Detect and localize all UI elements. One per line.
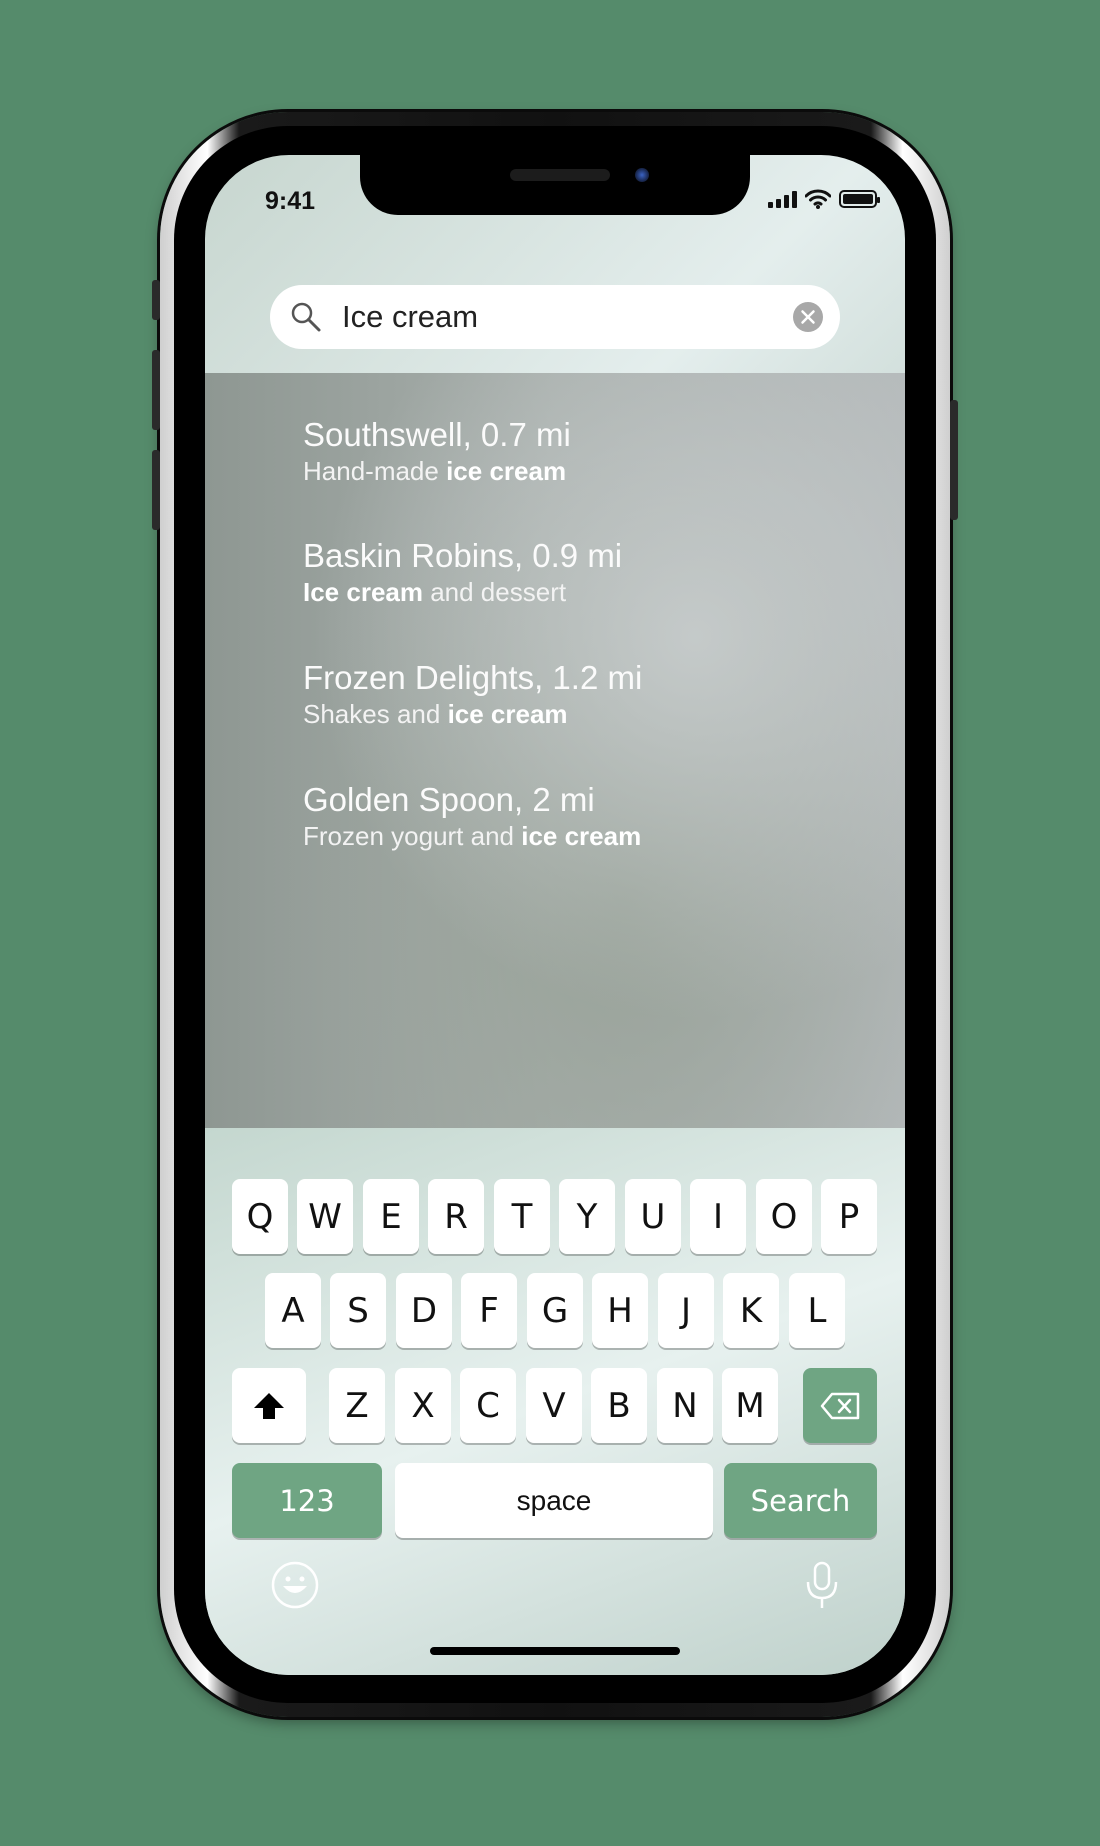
microphone-icon[interactable] [802, 1560, 842, 1612]
search-bar[interactable]: Ice cream [270, 285, 840, 349]
key-p[interactable]: P [821, 1179, 877, 1254]
result-title: Southswell, 0.7 mi [303, 416, 571, 453]
home-indicator[interactable] [430, 1647, 680, 1655]
result-subtitle: Hand-made ice cream [303, 456, 567, 486]
power-button [950, 400, 958, 520]
wifi-icon [805, 189, 831, 209]
search-key[interactable]: Search [724, 1463, 877, 1538]
key-t[interactable]: T [494, 1179, 550, 1254]
key-h[interactable]: H [592, 1273, 648, 1348]
status-time: 9:41 [265, 187, 316, 215]
key-d[interactable]: D [396, 1273, 452, 1348]
key-c[interactable]: C [460, 1368, 516, 1443]
key-y[interactable]: Y [559, 1179, 615, 1254]
result-title: Golden Spoon, 2 mi [303, 781, 595, 818]
volume-down-button [152, 450, 160, 530]
key-s[interactable]: S [330, 1273, 386, 1348]
key-o[interactable]: O [756, 1179, 812, 1254]
key-j[interactable]: J [658, 1273, 714, 1348]
result-title: Baskin Robins, 0.9 mi [303, 537, 623, 574]
space-key[interactable]: space [395, 1463, 713, 1538]
key-a[interactable]: A [265, 1273, 321, 1348]
key-l[interactable]: L [789, 1273, 845, 1348]
key-m[interactable]: M [722, 1368, 778, 1443]
result-item[interactable]: Frozen Delights, 1.2 mi Shakes and ice c… [303, 658, 642, 730]
key-i[interactable]: I [690, 1179, 746, 1254]
numbers-key[interactable]: 123 [232, 1463, 382, 1538]
silent-switch [152, 280, 160, 320]
phone-screen: 9:41 Ice cream Southswell, 0.7 mi Hand-m… [205, 155, 905, 1675]
cellular-signal-icon [768, 190, 797, 208]
result-item[interactable]: Golden Spoon, 2 mi Frozen yogurt and ice… [303, 780, 641, 852]
backspace-key[interactable] [803, 1368, 877, 1443]
earpiece-speaker [510, 169, 610, 181]
key-b[interactable]: B [591, 1368, 647, 1443]
key-r[interactable]: R [428, 1179, 484, 1254]
key-x[interactable]: X [395, 1368, 451, 1443]
clear-icon[interactable] [792, 301, 824, 333]
key-k[interactable]: K [723, 1273, 779, 1348]
search-results: Southswell, 0.7 mi Hand-made ice cream B… [205, 373, 905, 1128]
battery-icon [839, 190, 880, 208]
result-item[interactable]: Baskin Robins, 0.9 mi Ice cream and dess… [303, 536, 622, 608]
key-z[interactable]: Z [329, 1368, 385, 1443]
key-v[interactable]: V [526, 1368, 582, 1443]
shift-icon [254, 1392, 284, 1419]
notch [360, 155, 750, 215]
key-f[interactable]: F [461, 1273, 517, 1348]
emoji-icon[interactable] [270, 1560, 320, 1610]
keyboard: Q W E R T Y U I O P A S D F G H J K L Z … [205, 1128, 905, 1675]
front-camera [635, 168, 649, 182]
result-subtitle: Frozen yogurt and ice cream [303, 821, 642, 851]
search-input[interactable]: Ice cream [342, 285, 478, 349]
backspace-icon [820, 1392, 860, 1419]
shift-key[interactable] [232, 1368, 306, 1443]
result-title: Frozen Delights, 1.2 mi [303, 659, 643, 696]
key-n[interactable]: N [657, 1368, 713, 1443]
result-item[interactable]: Southswell, 0.7 mi Hand-made ice cream [303, 415, 571, 487]
key-q[interactable]: Q [232, 1179, 288, 1254]
volume-up-button [152, 350, 160, 430]
search-icon [291, 302, 321, 332]
result-subtitle: Shakes and ice cream [303, 699, 568, 729]
key-w[interactable]: W [297, 1179, 353, 1254]
status-icons [768, 189, 880, 209]
key-g[interactable]: G [527, 1273, 583, 1348]
key-e[interactable]: E [363, 1179, 419, 1254]
result-subtitle: Ice cream and dessert [303, 577, 567, 607]
key-u[interactable]: U [625, 1179, 681, 1254]
